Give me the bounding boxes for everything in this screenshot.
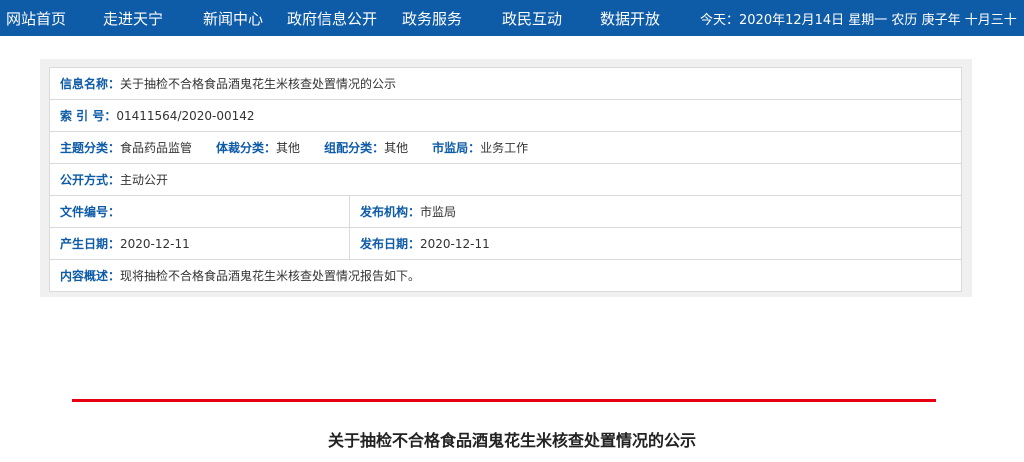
open-method-label: 公开方式： [60, 173, 121, 187]
genre-label: 体裁分类： [216, 141, 277, 155]
genre-value: 其他 [276, 141, 301, 155]
summary-value: 现将抽检不合格食品酒鬼花生米核查处置情况报告如下。 [120, 269, 421, 283]
date-display: 今天：2020年12月14日 星期一 农历 庚子年 十月三十 [700, 13, 1017, 28]
summary-label: 内容概述： [60, 269, 121, 283]
open-method-value: 主动公开 [120, 173, 169, 187]
nav-item-home[interactable]: 网站首页 [6, 8, 66, 29]
row-docno-publisher: 文件编号： 发布机构：市监局 [49, 195, 962, 228]
created-date-value: 2020-12-11 [120, 237, 190, 251]
info-metadata-panel: 信息名称：关于抽检不合格食品酒鬼花生米核查处置情况的公示 索 引 号：01411… [40, 59, 972, 297]
created-date-label: 产生日期： [60, 237, 121, 251]
cell-index: 索 引 号：01411564/2020-00142 [49, 99, 962, 132]
published-date-value: 2020-12-11 [420, 237, 490, 251]
org-class-value: 其他 [384, 141, 409, 155]
topic-label: 主题分类： [60, 141, 121, 155]
nav-item-interaction[interactable]: 政民互动 [502, 8, 562, 29]
index-value: 01411564/2020-00142 [116, 109, 255, 123]
publisher-value: 市监局 [420, 205, 457, 219]
row-summary: 内容概述：现将抽检不合格食品酒鬼花生米核查处置情况报告如下。 [49, 259, 962, 292]
info-name-value: 关于抽检不合格食品酒鬼花生米核查处置情况的公示 [120, 77, 397, 91]
row-info-name: 信息名称：关于抽检不合格食品酒鬼花生米核查处置情况的公示 [49, 67, 962, 100]
nav-item-services[interactable]: 政务服务 [402, 8, 462, 29]
bureau-value: 业务工作 [480, 141, 529, 155]
nav-item-news[interactable]: 新闻中心 [203, 8, 263, 29]
index-label: 索 引 号： [60, 109, 117, 123]
docno-label: 文件编号： [60, 205, 121, 219]
cell-info-name: 信息名称：关于抽检不合格食品酒鬼花生米核查处置情况的公示 [49, 67, 962, 100]
row-index: 索 引 号：01411564/2020-00142 [49, 99, 962, 132]
cell-publisher: 发布机构：市监局 [349, 195, 962, 228]
cell-open-method: 公开方式：主动公开 [49, 163, 962, 196]
info-name-label: 信息名称： [60, 77, 121, 91]
info-metadata-table: 信息名称：关于抽检不合格食品酒鬼花生米核查处置情况的公示 索 引 号：01411… [49, 67, 962, 292]
cell-published-date: 发布日期：2020-12-11 [349, 227, 962, 260]
org-class-label: 组配分类： [324, 141, 385, 155]
cell-classification: 主题分类：食品药品监管 体裁分类：其他 组配分类：其他 市监局：业务工作 [49, 131, 962, 164]
bureau-label: 市监局： [432, 141, 481, 155]
publisher-label: 发布机构： [360, 205, 421, 219]
nav-item-gov-info[interactable]: 政府信息公开 [287, 8, 377, 29]
top-navigation-bar: 网站首页 走进天宁 新闻中心 政府信息公开 政务服务 政民互动 数据开放 今天：… [0, 0, 1024, 36]
cell-summary: 内容概述：现将抽检不合格食品酒鬼花生米核查处置情况报告如下。 [49, 259, 962, 292]
topic-value: 食品药品监管 [120, 141, 193, 155]
row-open-method: 公开方式：主动公开 [49, 163, 962, 196]
row-dates: 产生日期：2020-12-11 发布日期：2020-12-11 [49, 227, 962, 260]
red-divider-line [72, 399, 936, 402]
row-classification: 主题分类：食品药品监管 体裁分类：其他 组配分类：其他 市监局：业务工作 [49, 131, 962, 164]
article-title: 关于抽检不合格食品酒鬼花生米核查处置情况的公示 [327, 431, 696, 450]
cell-created-date: 产生日期：2020-12-11 [49, 227, 350, 260]
published-date-label: 发布日期： [360, 237, 421, 251]
nav-item-about[interactable]: 走进天宁 [103, 8, 163, 29]
cell-docno: 文件编号： [49, 195, 350, 228]
nav-item-open-data[interactable]: 数据开放 [600, 8, 660, 29]
